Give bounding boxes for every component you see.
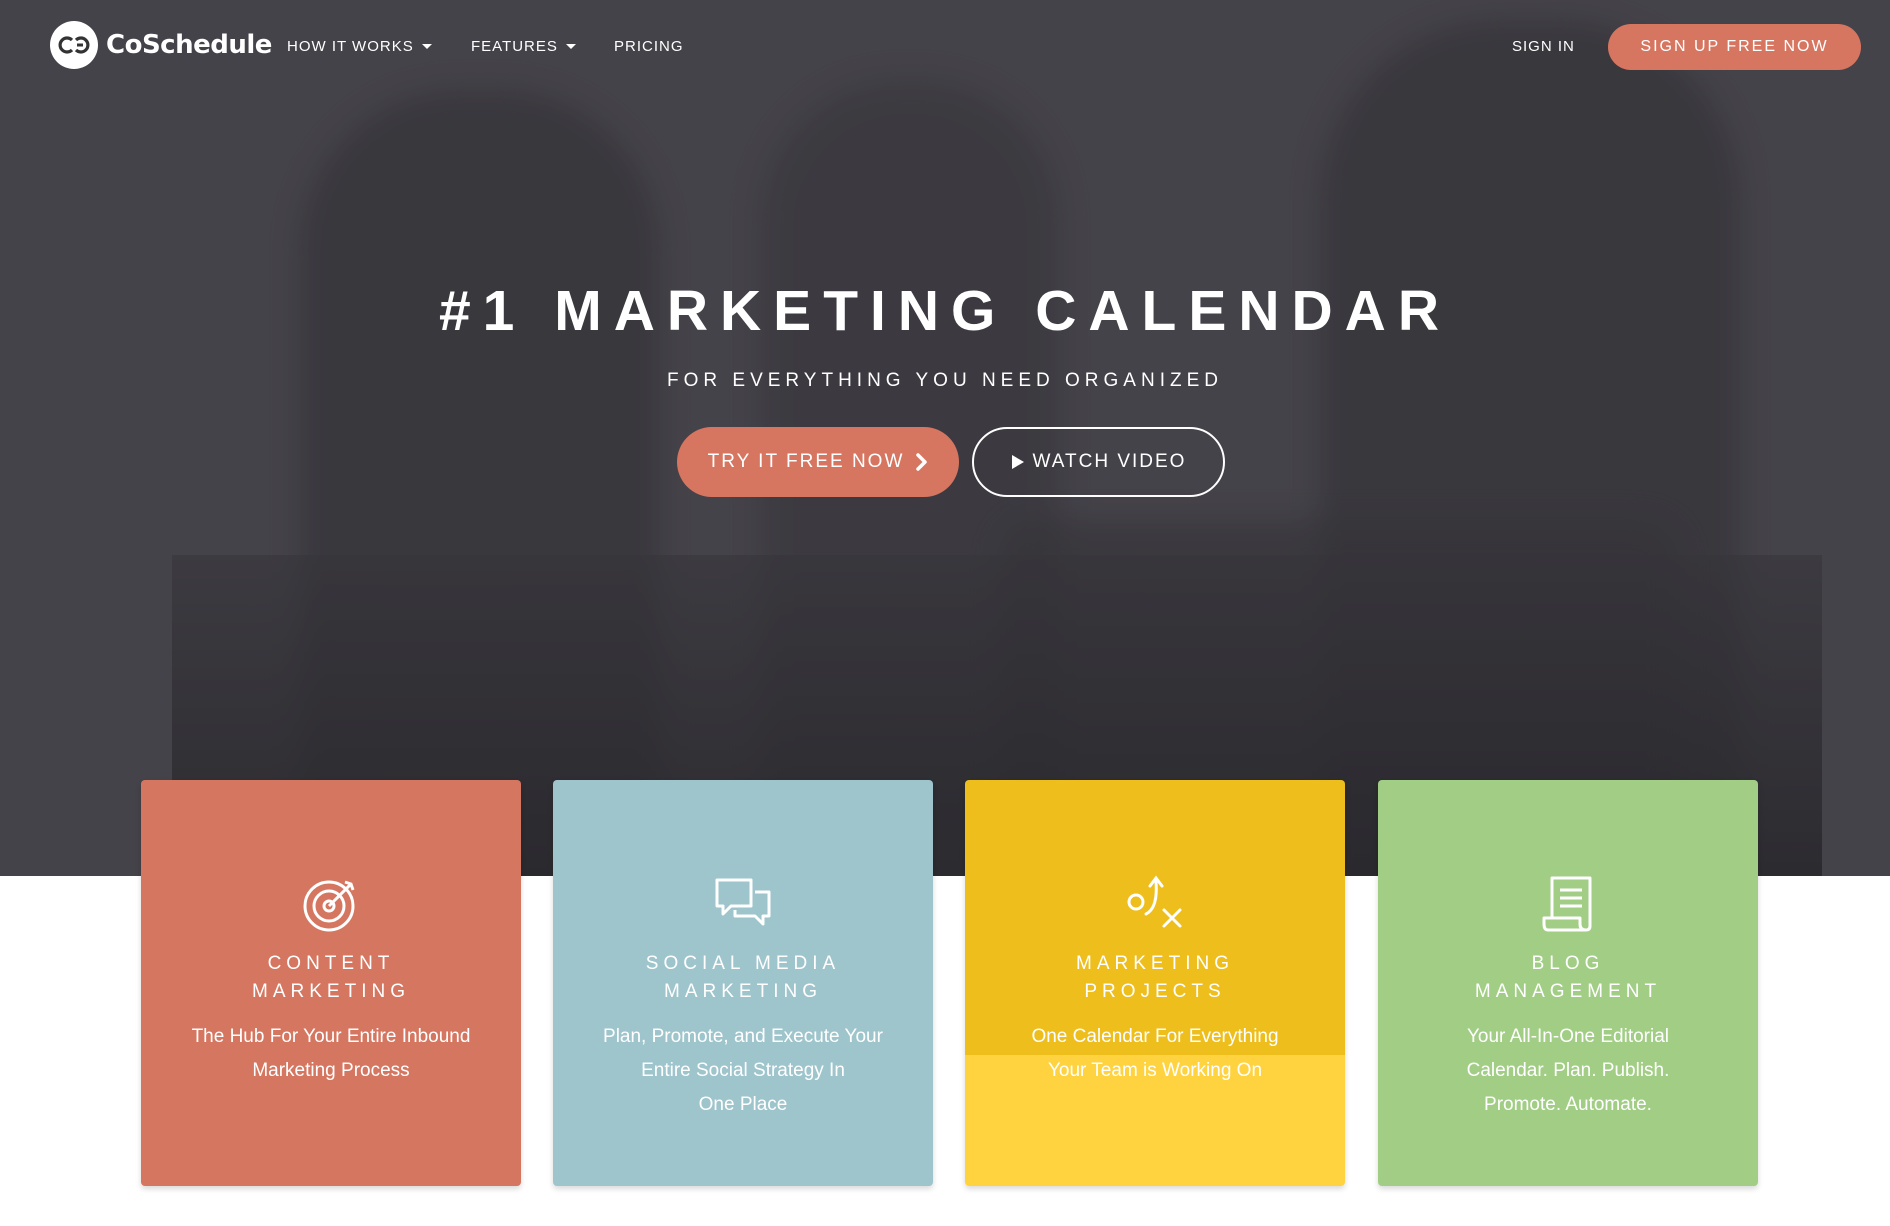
card-description: Plan, Promote, and Execute Your Entire So… (603, 1026, 883, 1115)
chat-bubbles-icon (703, 864, 783, 944)
document-icon (1528, 864, 1608, 944)
card-title: SOCIAL MEDIA MARKETING (645, 953, 841, 1002)
card-description: Your All-In-One Editorial Calendar. Plan.… (1466, 1026, 1670, 1115)
card-blog-management[interactable]: BLOG MANAGEMENT Your All-In-One Editorial… (1378, 780, 1758, 1186)
brand-logo[interactable]: CoSchedule (50, 21, 272, 69)
play-icon (1011, 454, 1025, 470)
caret-down-icon (565, 44, 576, 49)
card-content-marketing[interactable]: CONTENT MARKETING The Hub For Your Entire… (141, 780, 521, 1186)
card-social-media-marketing[interactable]: SOCIAL MEDIA MARKETING Plan, Promote, and… (553, 780, 933, 1186)
card-title: BLOG MANAGEMENT (1474, 953, 1662, 1002)
hero-subheadline: FOR EVERYTHING YOU NEED ORGANIZED (667, 370, 1223, 391)
card-title: MARKETING PROJECTS (1076, 953, 1234, 1002)
watch-video-label: WATCH VIDEO (1032, 451, 1187, 472)
card-description: One Calendar For Everything Your Team is … (1031, 1026, 1279, 1081)
caret-down-icon (421, 44, 432, 49)
card-title: CONTENT MARKETING (252, 953, 410, 1002)
top-navigation: CoSchedule HOW IT WORKS FEATURES PRICING… (0, 0, 1890, 92)
signup-button[interactable]: SIGN UP FREE NOW (1608, 24, 1861, 70)
nav-label: FEATURES (471, 38, 558, 55)
nav-pricing[interactable]: PRICING (614, 38, 684, 55)
hero-headline: #1 MARKETING CALENDAR (438, 279, 1452, 343)
nav-label: HOW IT WORKS (287, 38, 414, 55)
card-marketing-projects[interactable]: MARKETING PROJECTS One Calendar For Every… (965, 780, 1345, 1186)
try-free-button[interactable]: TRY IT FREE NOW (677, 427, 959, 497)
sign-in-link[interactable]: SIGN IN (1512, 38, 1575, 55)
nav-how-it-works[interactable]: HOW IT WORKS (287, 38, 432, 55)
nav-features[interactable]: FEATURES (471, 38, 576, 55)
sign-in-label: SIGN IN (1512, 38, 1575, 55)
card-description: The Hub For Your Entire Inbound Marketing… (191, 1026, 471, 1081)
coschedule-logo-icon (50, 21, 98, 69)
watch-video-button[interactable]: WATCH VIDEO (972, 427, 1225, 497)
chevron-right-icon (916, 453, 928, 471)
brand-name: CoSchedule (106, 30, 272, 60)
try-free-label: TRY IT FREE NOW (707, 451, 905, 472)
target-icon (291, 864, 371, 944)
strategy-icon (1115, 864, 1195, 944)
nav-label: PRICING (614, 38, 684, 55)
